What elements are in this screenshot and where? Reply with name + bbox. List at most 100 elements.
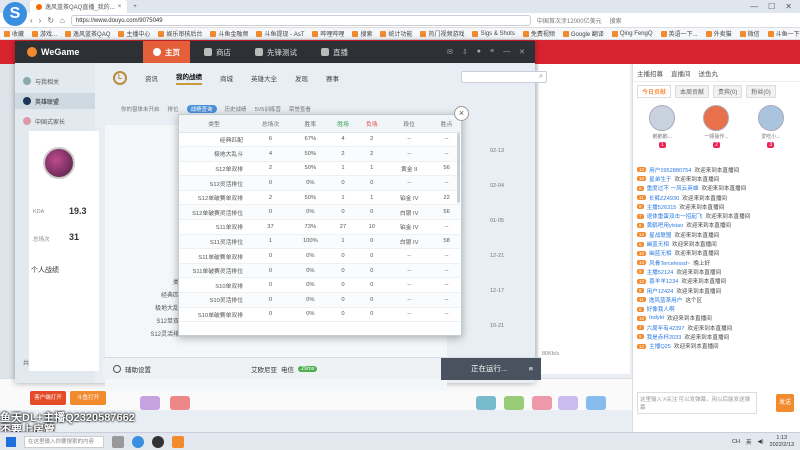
chat-header-room[interactable]: 直播间 xyxy=(671,68,691,78)
browser-app-icon[interactable] xyxy=(132,435,144,448)
chat-message[interactable]: 11 长裤ZZ4930 欢迎来到本直播间 xyxy=(637,193,796,202)
table-row[interactable]: S10灵活排位 0 0% 0 0 -- -- xyxy=(179,292,461,308)
chat-input[interactable]: 这里输入‘#关注’可以发弹幕，用以后能发送弹幕 xyxy=(637,392,757,414)
bookmark-item[interactable]: 逸风蓝茶QAQ xyxy=(65,29,110,38)
obs-app-icon[interactable] xyxy=(152,435,164,448)
gift-icon[interactable] xyxy=(586,396,606,410)
table-row[interactable]: S10单双排 0 0% 0 0 -- -- xyxy=(179,277,461,294)
tab-news[interactable]: 资讯 xyxy=(145,73,158,83)
lol-search-input[interactable]: ⌕ xyxy=(461,71,547,83)
table-row[interactable]: S12灵活排位 0 0% 0 0 -- -- xyxy=(179,175,461,191)
record-hint-item[interactable]: 历史战绩 xyxy=(225,105,247,113)
chat-message[interactable]: 11 逸风蓝茶用户 这个区 xyxy=(637,295,796,304)
user-avatar-icon[interactable]: ● xyxy=(477,48,481,56)
task-view-icon[interactable] xyxy=(112,435,124,448)
gift-icon[interactable] xyxy=(476,396,496,410)
chat-username[interactable]: 幽蓝无相 xyxy=(647,240,669,248)
minimize-icon[interactable]: — xyxy=(750,2,758,11)
chat-message[interactable]: 6 黄鹤吧用yixiao 欢迎来到本直播间 xyxy=(637,221,796,230)
bookmark-item[interactable]: 统计功能 xyxy=(380,29,412,38)
record-hint-item[interactable]: 战绩查询 xyxy=(186,105,217,113)
chat-username[interactable]: 星战联盟 xyxy=(649,231,671,239)
chat-username[interactable]: 好像我人啊 xyxy=(647,305,675,313)
sidebar-item-lol[interactable]: 英雄联盟 xyxy=(15,93,95,109)
chat-message[interactable]: 9 主播526315 欢迎来到本直播间 xyxy=(637,202,796,211)
table-row[interactable]: S11单双排 37 73% 27 10 铂金 IV -- xyxy=(179,219,461,235)
nav-store[interactable]: 商店 xyxy=(194,41,241,63)
tab-my-record[interactable]: 我的战绩 xyxy=(176,71,202,85)
bookmark-item[interactable]: 搜索 xyxy=(352,29,372,38)
chat-username[interactable]: 六周年有42397 xyxy=(647,324,685,332)
bookmark-item[interactable]: Qing FengQ xyxy=(611,30,653,37)
table-row[interactable]: S10单破赛单双排 0 0% 0 0 -- -- xyxy=(179,307,461,323)
new-tab-button[interactable]: + xyxy=(127,0,143,13)
windows-start-icon[interactable] xyxy=(6,436,16,447)
bookmark-item[interactable]: 热门视频游戏 xyxy=(420,29,464,38)
assist-settings-button[interactable]: 辅助设置 xyxy=(103,364,151,374)
close-icon[interactable]: ✕ xyxy=(519,48,525,56)
close-icon[interactable]: ✕ xyxy=(785,2,792,11)
chat-header-recruit[interactable]: 主播招募 xyxy=(637,68,663,78)
chat-username[interactable]: 主播52124 xyxy=(647,268,674,276)
table-row[interactable]: S11单破赛单双排 0 0% 0 0 -- -- xyxy=(179,248,461,264)
chat-message[interactable]: 7 六周年有42397 欢迎来到本直播间 xyxy=(637,323,796,332)
profile-avatar[interactable] xyxy=(43,147,75,179)
chat-message[interactable]: 8 用户12424 欢迎来到本直播间 xyxy=(637,286,796,295)
gift-icon[interactable] xyxy=(170,396,190,410)
chat-tab-fans[interactable]: 粉丝(0) xyxy=(746,85,776,98)
url-input[interactable]: https://www.douyu.com/9075049 xyxy=(70,14,531,26)
tab-close-icon[interactable]: × xyxy=(118,4,122,10)
menu-icon[interactable]: ≡ xyxy=(529,364,533,373)
bookmark-item[interactable]: 斗鱼提现 - AsT xyxy=(256,29,304,38)
contributor-1[interactable]: 鹅鹅鹅... 1 xyxy=(648,105,676,159)
bookmark-item[interactable]: 收藏 xyxy=(4,29,24,38)
contributor-2[interactable]: 一顿操作... 2 xyxy=(702,105,730,159)
wegame-app-icon[interactable] xyxy=(172,435,184,448)
chat-username[interactable]: 主播526315 xyxy=(647,203,677,211)
table-row[interactable]: S12单破赛单双排 2 50% 1 1 铂金 IV 22 xyxy=(179,190,461,206)
chat-message[interactable]: 10 Indykt 欢迎来到本直播间 xyxy=(637,314,796,323)
gift-icon[interactable] xyxy=(140,396,160,410)
bookmark-item[interactable]: 娱乐审核后台 xyxy=(158,29,202,38)
chat-username[interactable]: 星弟生于 xyxy=(649,175,671,183)
chat-tab-today[interactable]: 今日贡献 xyxy=(637,85,672,98)
message-icon[interactable]: ✉ xyxy=(447,48,453,56)
chat-message[interactable]: 9 我是赤杯2033 欢迎来到本直播间 xyxy=(637,332,796,341)
bookmark-item[interactable]: 英语一下... xyxy=(660,29,698,38)
tab-discover[interactable]: 发现 xyxy=(295,73,308,83)
bookmark-item[interactable]: 外卖猫 xyxy=(705,29,732,38)
chat-message[interactable]: 10 星弟生于 欢迎来到本直播间 xyxy=(637,174,796,183)
chat-username[interactable]: 主播Q25 xyxy=(649,342,671,350)
contributor-3[interactable]: 爱吃小... 3 xyxy=(757,105,785,159)
bookmark-item[interactable]: 哔哩哔哩 xyxy=(312,29,344,38)
chat-message[interactable]: 10 幽蓝无相 欢迎来到本直播间 xyxy=(637,249,796,258)
gift-icon[interactable] xyxy=(532,396,552,410)
search-button[interactable]: 搜索 xyxy=(610,16,622,25)
nav-live[interactable]: 直播 xyxy=(311,41,358,63)
back-icon[interactable]: ‹ xyxy=(30,16,33,25)
bookmark-item[interactable]: Google 翻译 xyxy=(562,29,604,38)
record-hint-item[interactable]: 荣誉查看 xyxy=(289,105,311,113)
minimize-icon[interactable]: — xyxy=(503,48,510,56)
chat-tab-vip[interactable]: 贵宾(0) xyxy=(713,85,743,98)
chat-tab-week[interactable]: 本周贡献 xyxy=(675,85,710,98)
record-hint-item[interactable]: 你的窗体未开启 xyxy=(121,105,160,113)
chat-username[interactable]: Indykt xyxy=(649,315,664,321)
bookmark-item[interactable]: 游戏... xyxy=(32,29,57,38)
bookmark-item[interactable]: Sigs & Shots xyxy=(472,30,515,37)
chat-username[interactable]: 用户1952880754 xyxy=(649,166,691,174)
chat-message[interactable]: 5 幽蓝无相 欢迎来到本直播间 xyxy=(637,239,796,248)
chat-username[interactable]: 黄鹤吧用yixiao xyxy=(647,221,684,229)
tab-events[interactable]: 赛事 xyxy=(326,73,339,83)
volume-icon[interactable]: ◀) xyxy=(757,439,763,445)
maximize-icon[interactable]: ☐ xyxy=(768,2,775,11)
input-method-lang[interactable]: 英 xyxy=(746,438,752,446)
chat-message[interactable]: 12 主播Q25 欢迎来到本直播间 xyxy=(637,342,796,351)
browser-logo[interactable]: S xyxy=(3,2,27,26)
chat-username[interactable]: 幽蓝无相 xyxy=(649,249,671,257)
input-method-ch[interactable]: CH xyxy=(732,439,740,445)
taskbar-search-input[interactable]: 在这里输入你要搜索的内容 xyxy=(24,435,104,448)
chat-username[interactable]: 退体重蛋双击一招起飞 xyxy=(647,212,703,220)
sidebar-item-parents[interactable]: 中国式家长 xyxy=(15,113,95,129)
popup-close-button[interactable]: × xyxy=(454,106,469,121)
